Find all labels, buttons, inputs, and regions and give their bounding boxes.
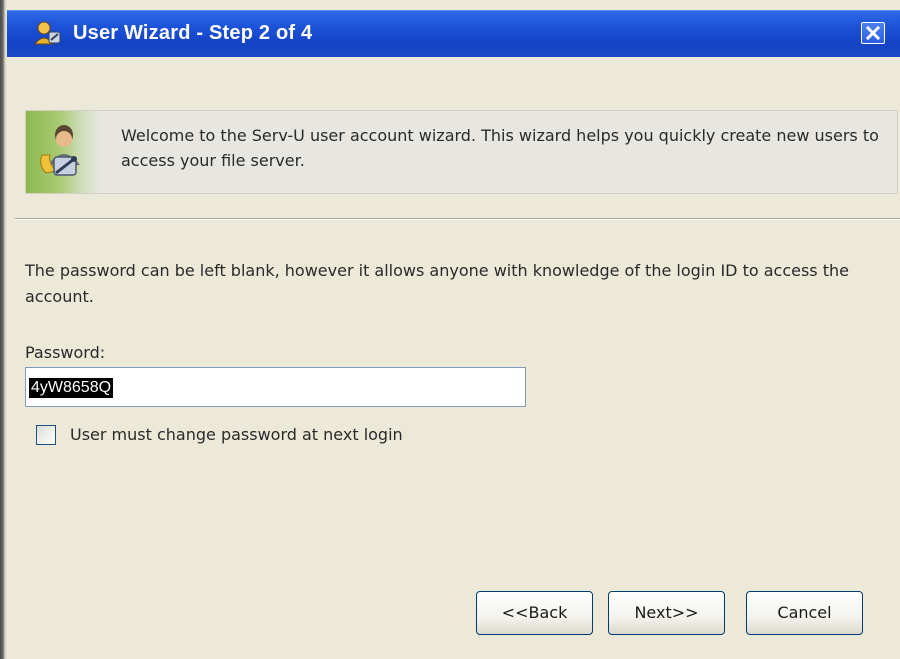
window-title: User Wizard - Step 2 of 4 [73,22,313,44]
close-icon [865,25,881,41]
cancel-button[interactable]: Cancel [746,591,863,635]
change-password-checkbox[interactable] [36,425,56,445]
next-button[interactable]: Next>> [608,591,725,635]
password-description: The password can be left blank, however … [25,261,849,306]
change-password-label[interactable]: User must change password at next login [70,425,403,444]
user-wizard-window: User Wizard - Step 2 of 4 Welcome to the… [0,0,900,659]
password-value: 4yW8658Q [29,378,114,398]
banner-welcome-text: Welcome to the Serv-U user account wizar… [121,126,879,170]
title-bar[interactable]: User Wizard - Step 2 of 4 [7,10,900,57]
password-field[interactable]: 4yW8658Q [25,367,526,407]
back-button[interactable]: <<Back [476,591,593,635]
user-wizard-icon [36,121,88,181]
divider [15,218,900,220]
password-label: Password: [25,343,106,362]
welcome-banner: Welcome to the Serv-U user account wizar… [25,110,898,194]
wizard-user-icon [33,20,63,48]
window-left-edge [0,0,7,659]
close-button[interactable] [861,22,885,44]
